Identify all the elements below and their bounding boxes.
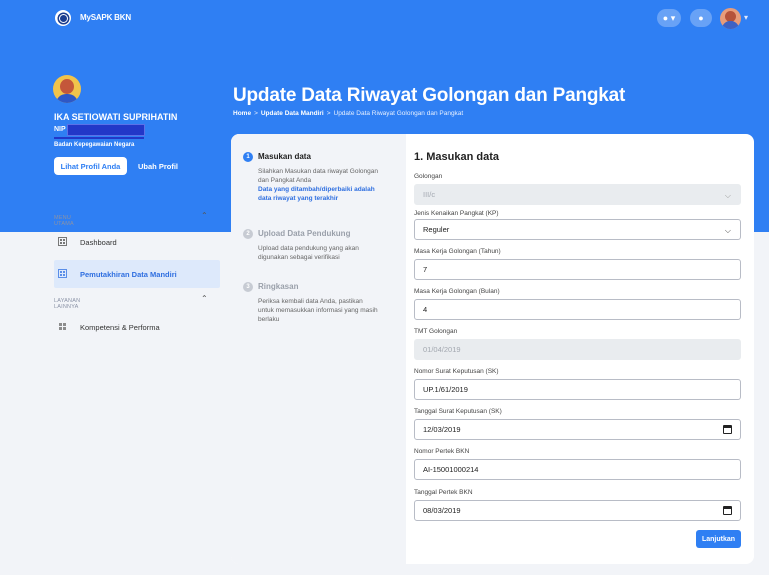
jenis-kp-select[interactable]: Reguler ⌵ xyxy=(414,219,741,240)
mk-bulan-input[interactable]: 4 xyxy=(414,299,741,320)
profile-name: IKA SETIOWATI SUPRIHATIN xyxy=(54,112,178,122)
top-bar: MySAPK BKN ● ▾ ● ▾ xyxy=(0,0,769,36)
golongan-select: III/c ⌵ xyxy=(414,184,741,205)
breadcrumb-home[interactable]: Home xyxy=(233,110,251,117)
step-title: Upload Data Pendukung xyxy=(258,229,351,238)
tmt-input: 01/04/2019 xyxy=(414,339,741,360)
sidebar-item-label: Pemutakhiran Data Mandiri xyxy=(80,269,177,279)
mk-tahun-label: Masa Kerja Golongan (Tahun) xyxy=(414,248,501,255)
form-title: 1. Masukan data xyxy=(414,151,499,163)
sidebar-item-label: Kompetensi & Performa xyxy=(80,322,160,332)
help-button[interactable]: ● ▾ xyxy=(657,9,681,27)
chevron-down-icon: ⌵ xyxy=(724,191,731,200)
no-sk-input[interactable]: UP.1/61/2019 xyxy=(414,379,741,400)
step-number: 2 xyxy=(243,229,253,239)
tgl-sk-label: Tanggal Surat Keputusan (SK) xyxy=(414,408,502,415)
no-pertek-input[interactable]: AI-15001000214 xyxy=(414,459,741,480)
golongan-label: Golongan xyxy=(414,173,443,180)
sidebar-item-label: Dashboard xyxy=(80,237,117,247)
mk-bulan-label: Masa Kerja Golongan (Bulan) xyxy=(414,288,500,295)
step-description-text: Silahkan Masukan data riwayat Golongan d… xyxy=(258,168,378,184)
tgl-pertek-label: Tanggal Pertek BKN xyxy=(414,489,473,496)
question-icon: ● ▾ xyxy=(662,12,676,23)
sidebar-item-dashboard[interactable]: Dashboard xyxy=(54,229,220,255)
tgl-sk-value: 12/03/2019 xyxy=(423,425,461,434)
step-description: Upload data pendukung yang akan digunaka… xyxy=(258,245,359,261)
jenis-kp-label: Jenis Kenaikan Pangkat (KP) xyxy=(414,210,499,217)
chevron-down-icon: ⌵ xyxy=(724,226,731,235)
edit-profile-button[interactable]: Ubah Profil xyxy=(138,162,178,171)
app-logo[interactable] xyxy=(55,10,71,26)
form-card: 1 Masukan data Silahkan Masukan data riw… xyxy=(231,134,754,564)
stepper: 1 Masukan data Silahkan Masukan data riw… xyxy=(231,134,406,564)
golongan-value: III/c xyxy=(423,190,436,199)
agency-name: Badan Kepegawaian Negara xyxy=(54,142,135,148)
competency-icon xyxy=(58,322,67,331)
breadcrumb-update-data[interactable]: Update Data Mandiri xyxy=(261,110,324,117)
notification-button[interactable]: ● xyxy=(690,9,712,27)
sidebar-item-kompetensi[interactable]: Kompetensi & Performa xyxy=(54,314,220,340)
sidebar-item-pemutakhiran[interactable]: Pemutakhiran Data Mandiri xyxy=(54,260,220,288)
tgl-pertek-input[interactable]: 08/03/2019 xyxy=(414,500,741,521)
mk-bulan-value: 4 xyxy=(423,305,428,314)
chevron-up-icon[interactable]: ⌃ xyxy=(201,294,208,303)
breadcrumb-current: Update Data Riwayat Golongan dan Pangkat xyxy=(333,110,464,117)
view-profile-button[interactable]: Lihat Profil Anda xyxy=(54,157,127,175)
nip-redacted-line xyxy=(54,137,144,139)
step-description: Silahkan Masukan data riwayat Golongan d… xyxy=(258,167,378,203)
no-sk-value: UP.1/61/2019 xyxy=(423,385,468,394)
menu-section-main: MENU UTAMA xyxy=(54,215,74,227)
profile-avatar xyxy=(53,75,81,103)
mk-tahun-value: 7 xyxy=(423,265,428,274)
nip-redacted xyxy=(67,124,145,136)
tgl-pertek-value: 08/03/2019 xyxy=(423,506,461,515)
step-description: Periksa kembali data Anda, pastikan untu… xyxy=(258,298,378,323)
mk-tahun-input[interactable]: 7 xyxy=(414,259,741,280)
no-pertek-value: AI-15001000214 xyxy=(423,465,479,474)
menu-section-other: LAYANAN LAINNYA xyxy=(54,298,81,310)
breadcrumb: Home > Update Data Mandiri > Update Data Riw… xyxy=(233,110,464,117)
chevron-up-icon[interactable]: ⌃ xyxy=(201,211,208,220)
no-pertek-label: Nomor Pertek BKN xyxy=(414,448,470,455)
step-number: 1 xyxy=(243,152,253,162)
user-avatar[interactable] xyxy=(720,8,741,29)
step-number: 3 xyxy=(243,282,253,292)
step-title: Ringkasan xyxy=(258,282,299,291)
continue-button[interactable]: Lanjutkan xyxy=(696,530,741,548)
no-sk-label: Nomor Surat Keputusan (SK) xyxy=(414,368,499,375)
calendar-icon[interactable] xyxy=(723,425,732,434)
tgl-sk-input[interactable]: 12/03/2019 xyxy=(414,419,741,440)
page-title: Update Data Riwayat Golongan dan Pangkat xyxy=(233,85,626,106)
jenis-kp-value: Reguler xyxy=(423,225,450,234)
step-note: Data yang ditambah/diperbaiki adalah dat… xyxy=(258,186,375,202)
app-title[interactable]: MySAPK BKN xyxy=(80,13,131,22)
tmt-label: TMT Golongan xyxy=(414,328,458,335)
bell-icon: ● xyxy=(698,13,704,23)
tmt-value: 01/04/2019 xyxy=(423,345,461,354)
nip-label: NIP xyxy=(54,126,66,133)
step-title: Masukan data xyxy=(258,152,311,161)
dashboard-icon xyxy=(58,237,67,246)
calendar-icon[interactable] xyxy=(723,506,732,515)
data-update-icon xyxy=(58,269,67,278)
chevron-down-icon[interactable]: ▾ xyxy=(744,13,748,22)
